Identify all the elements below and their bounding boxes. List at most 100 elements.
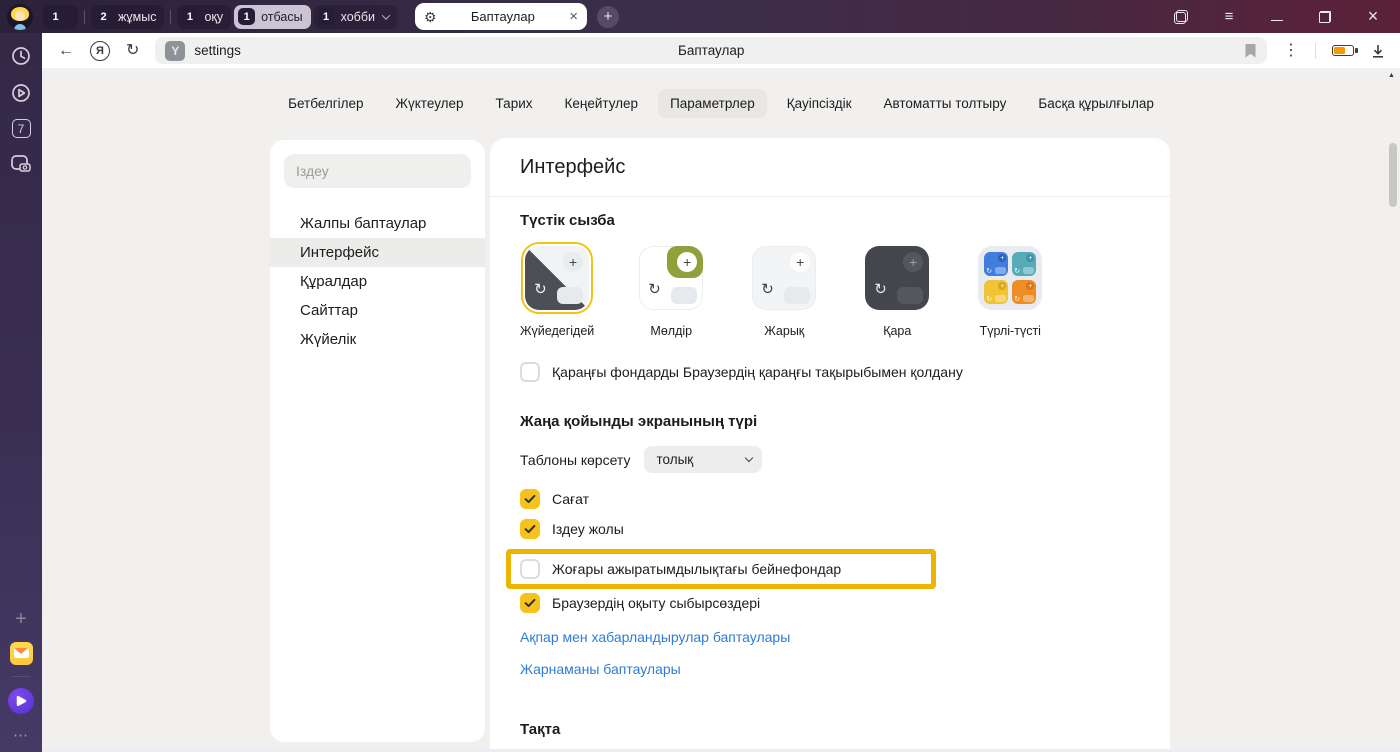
tab-count-badge: 1 — [318, 8, 335, 25]
kebab-menu-button[interactable]: ⋮ — [1283, 43, 1299, 59]
checkbox-label: Қараңғы фондарды Браузердің қараңғы тақы… — [552, 364, 963, 380]
refresh-icon: ↻ — [648, 282, 661, 297]
theme-thumbnail: +↻ +↻ +↻ +↻ — [978, 246, 1042, 310]
close-window-button[interactable]: × — [1364, 8, 1382, 26]
tab-group-label: хобби — [341, 10, 375, 24]
theme-option-system[interactable]: + ↻ Жүйедегідей — [520, 242, 594, 338]
add-widget-button[interactable]: + — [15, 609, 27, 629]
nav-tab-other-devices[interactable]: Басқа құрылғылар — [1026, 89, 1166, 118]
refresh-icon: ↻ — [986, 268, 992, 275]
checkbox-clock[interactable]: Сағат — [520, 489, 1140, 509]
tab-count: 7 — [12, 119, 31, 138]
checkbox-unchecked[interactable] — [520, 559, 540, 579]
decor-rect — [1023, 295, 1034, 302]
theme-thumbnail: + ↻ — [525, 246, 589, 310]
nav-tab-security[interactable]: Қауіпсіздік — [775, 89, 864, 118]
minimize-button[interactable] — [1268, 8, 1286, 26]
plus-icon: + — [1026, 254, 1034, 262]
avatar-decor — [14, 24, 26, 30]
decor-rect — [995, 295, 1006, 302]
tab-group-1[interactable]: 1 — [43, 5, 78, 29]
media-button[interactable] — [10, 82, 32, 104]
tableau-select[interactable]: толық — [644, 446, 762, 473]
profile-avatar[interactable] — [7, 4, 33, 30]
checkbox-label: Жоғары ажыратымдылықтағы бейнефондар — [552, 561, 841, 577]
nav-tab-bookmarks[interactable]: Бетбелгілер — [276, 89, 375, 118]
decor-rect — [1023, 267, 1034, 274]
checkbox-checked[interactable] — [520, 519, 540, 539]
theme-option-transparent[interactable]: + ↻ Мөлдір — [635, 242, 707, 338]
checkbox-unchecked[interactable] — [520, 362, 540, 382]
mail-button[interactable] — [10, 642, 33, 665]
theme-label: Жүйедегідей — [520, 324, 594, 338]
scroll-up-arrow[interactable]: ▲ — [1388, 72, 1395, 79]
gear-icon: ⚙ — [424, 10, 437, 24]
yandex-home-icon[interactable]: Я — [90, 41, 110, 61]
avatar-decor — [15, 11, 25, 21]
theme-label: Түрлі-түсті — [980, 324, 1041, 338]
active-tab-settings[interactable]: ⚙ Баптаулар × — [415, 3, 587, 30]
tab-group-family-selected[interactable]: 1 отбасы — [234, 5, 310, 29]
mail-icon — [14, 648, 29, 658]
checkbox-hd-video-backgrounds[interactable]: Жоғары ажыратымдылықтағы бейнефондар — [520, 559, 841, 579]
sidebar-item-general[interactable]: Жалпы баптаулар — [270, 209, 485, 238]
nav-tab-extensions[interactable]: Кеңейтулер — [553, 89, 651, 118]
reload-button[interactable]: ↻ — [126, 43, 139, 59]
rail-more-button[interactable]: ⋯ — [13, 726, 29, 744]
nav-tab-settings-selected[interactable]: Параметрлер — [658, 89, 767, 118]
plus-icon: + — [563, 252, 583, 272]
bookmark-icon[interactable] — [1244, 43, 1257, 59]
link-feed-notifications-settings[interactable]: Ақпар мен хабарландырулар баптаулары — [520, 629, 1140, 645]
sidebar-item-system[interactable]: Жүйелік — [270, 325, 485, 354]
nav-tab-downloads[interactable]: Жүктеулер — [384, 89, 476, 118]
theme-option-dark[interactable]: + ↻ Қара — [861, 242, 933, 338]
settings-nav: Бетбелгілер Жүктеулер Тарих Кеңейтулер П… — [42, 89, 1400, 118]
tab-group-hobby[interactable]: 1 хобби — [314, 5, 397, 29]
nav-tab-history[interactable]: Тарих — [484, 89, 545, 118]
back-button[interactable]: ← — [58, 43, 74, 59]
restore-icon — [1319, 11, 1331, 23]
theme-option-colorful[interactable]: +↻ +↻ +↻ +↻ Түрлі-түсті — [974, 242, 1046, 338]
scrollbar-thumb[interactable] — [1389, 143, 1397, 207]
alice-assistant-button[interactable] — [8, 688, 34, 714]
tab-strip: 1 2 жұмыс 1 оқу 1 отбасы 1 хобби — [0, 0, 1400, 33]
mini-tile: +↻ — [984, 280, 1008, 304]
mini-tile: +↻ — [984, 252, 1008, 276]
search-input[interactable] — [284, 154, 471, 188]
chevron-down-icon — [745, 454, 753, 462]
history-button[interactable] — [10, 45, 32, 67]
link-ads-settings[interactable]: Жарнаманы баптаулары — [520, 661, 1140, 677]
theme-option-light[interactable]: + ↻ Жарық — [748, 242, 820, 338]
checkbox-checked[interactable] — [520, 593, 540, 613]
checkbox-checked[interactable] — [520, 489, 540, 509]
tab-count-badge: 1 — [238, 8, 255, 25]
nav-tab-autofill[interactable]: Автоматты толтыру — [871, 89, 1018, 118]
sidebar-item-interface-selected[interactable]: Интерфейс — [270, 238, 485, 267]
theme-ring: + ↻ — [861, 242, 933, 314]
screenshot-button[interactable] — [9, 153, 33, 175]
select-value: толық — [656, 452, 693, 467]
checkbox-dark-backgrounds[interactable]: Қараңғы фондарды Браузердің қараңғы тақы… — [520, 362, 1140, 382]
toolbar: ← Я ↻ Y settings Баптаулар ⋮ — [42, 33, 1400, 68]
theme-selected-ring: + ↻ — [521, 242, 593, 314]
tab-group-study[interactable]: 1 оқу — [177, 5, 231, 29]
restore-button[interactable] — [1316, 8, 1334, 26]
group-separator — [170, 10, 171, 24]
tab-close-icon[interactable]: × — [569, 9, 578, 24]
refresh-icon: ↻ — [1014, 296, 1020, 303]
new-tab-button[interactable]: + — [597, 6, 619, 28]
downloads-button[interactable] — [1370, 43, 1386, 59]
address-bar[interactable]: Y settings Баптаулар — [155, 37, 1267, 64]
sidebar-item-tools[interactable]: Құралдар — [270, 267, 485, 296]
checkbox-label: Браузердің оқыту сыбырсөздері — [552, 595, 760, 611]
window-controls: ≡ × — [1172, 8, 1390, 26]
browser-menu-button[interactable]: ≡ — [1220, 8, 1238, 26]
checkbox-label: Іздеу жолы — [552, 521, 624, 537]
sidebar-item-sites[interactable]: Сайттар — [270, 296, 485, 325]
tabs-counter-button[interactable]: 7 — [12, 119, 31, 138]
checkbox-search-bar[interactable]: Іздеу жолы — [520, 519, 1140, 539]
checkbox-browser-tips[interactable]: Браузердің оқыту сыбырсөздері — [520, 593, 1140, 613]
tab-group-work[interactable]: 2 жұмыс — [91, 5, 164, 29]
theme-ring: + ↻ — [635, 242, 707, 314]
tab-panels-button[interactable] — [1172, 8, 1190, 26]
